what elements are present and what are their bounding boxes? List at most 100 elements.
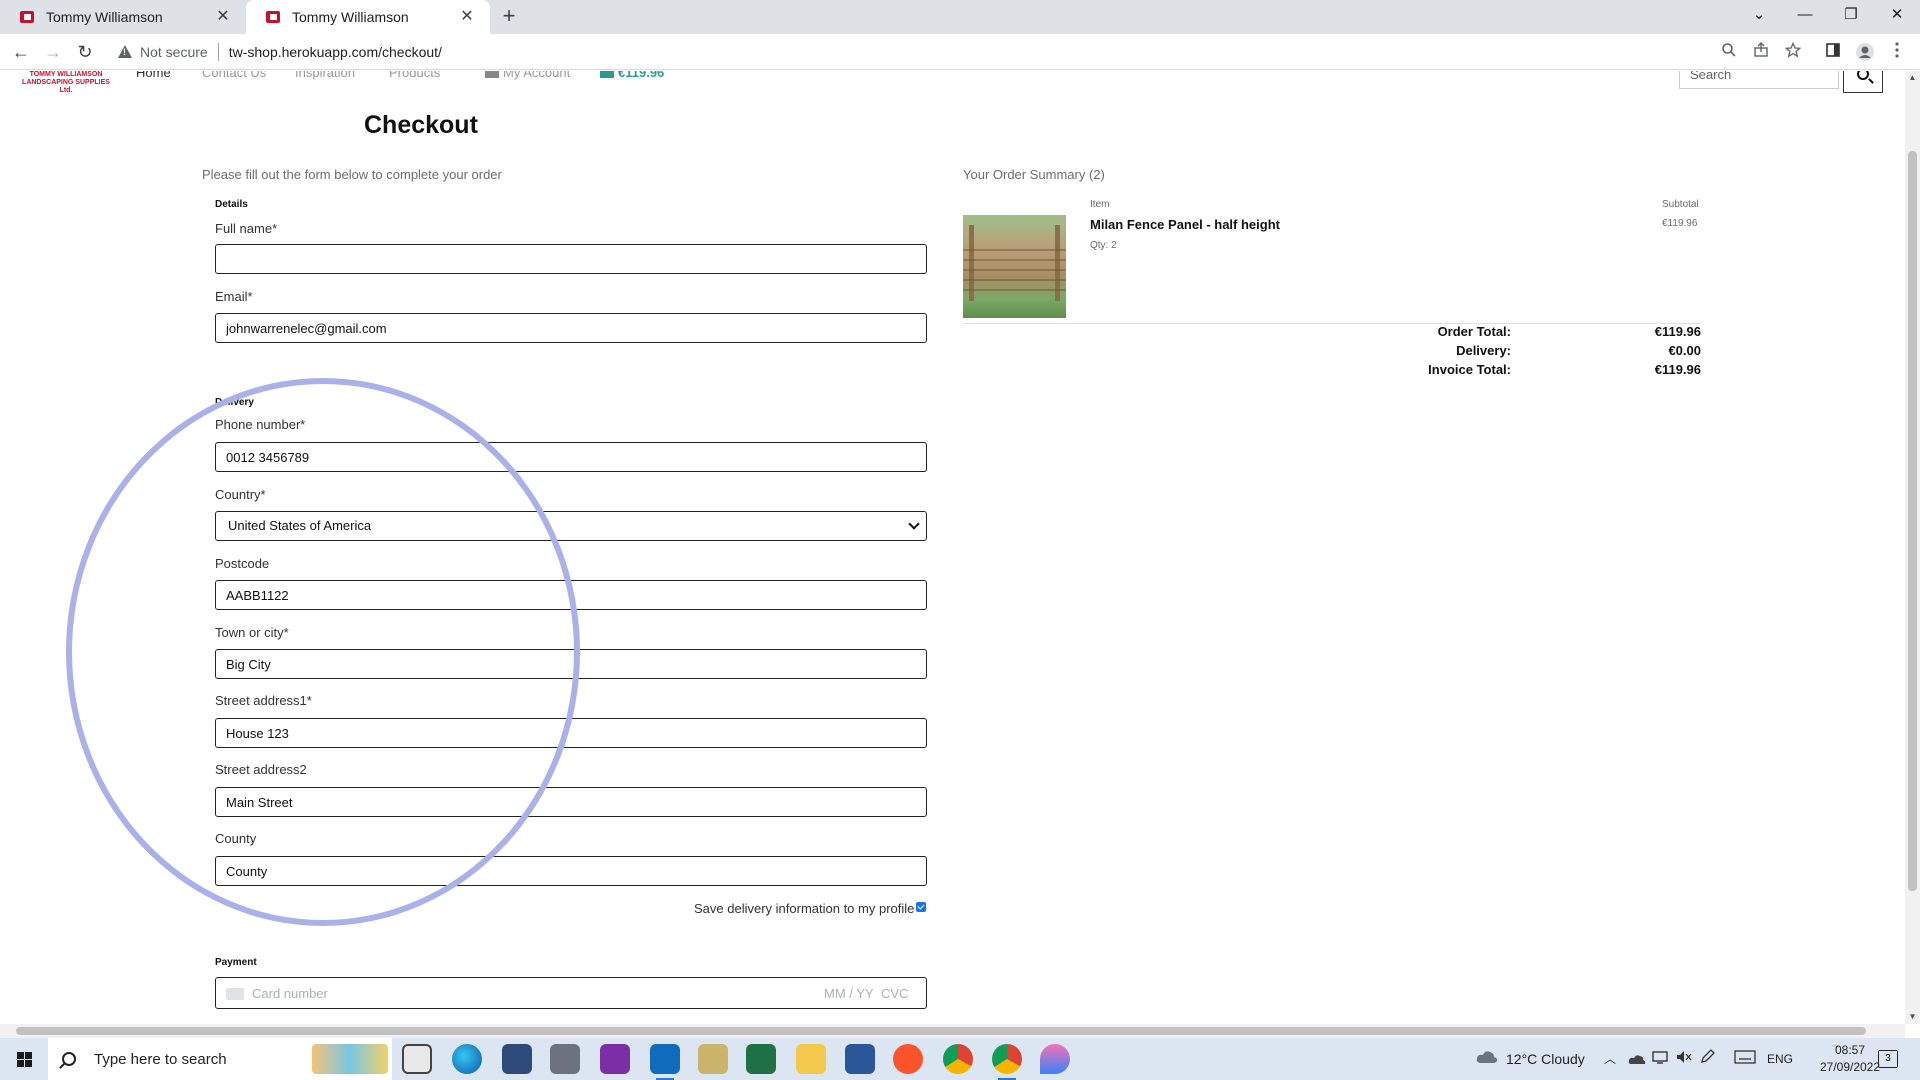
nav-contact[interactable]: Contact Us <box>202 71 266 80</box>
new-tab-button[interactable]: + <box>496 4 522 30</box>
zoom-icon[interactable] <box>1718 42 1740 64</box>
minimize-button[interactable]: — <box>1782 0 1828 30</box>
delivery-label: Delivery: <box>1456 343 1511 358</box>
vertical-scrollbar[interactable]: ▲ ▼ <box>1905 71 1920 1024</box>
product-image <box>963 215 1066 318</box>
warning-icon[interactable] <box>118 44 134 60</box>
security-label[interactable]: Not secure <box>140 44 208 60</box>
chrome-active-icon[interactable] <box>992 1044 1022 1080</box>
app-icon[interactable] <box>698 1044 728 1074</box>
chrome-icon[interactable] <box>943 1044 973 1074</box>
cart-total[interactable]: €119.96 <box>618 71 664 80</box>
browser-toolbar: ← → ↻ Not secure tw-shop.herokuapp.com/c… <box>0 34 1920 70</box>
language-indicator[interactable]: ENG <box>1767 1038 1793 1080</box>
menu-icon[interactable] <box>1886 42 1908 64</box>
pen-icon[interactable] <box>1700 1038 1720 1080</box>
drop-icon[interactable] <box>1040 1044 1070 1074</box>
network-icon[interactable] <box>1652 1038 1672 1080</box>
tab-search-icon[interactable]: ⌄ <box>1736 0 1782 30</box>
chevron-down-icon <box>908 518 920 530</box>
tab-title: Tommy Williamson <box>292 9 409 25</box>
word-icon[interactable] <box>845 1044 875 1074</box>
game-icon[interactable] <box>550 1044 580 1074</box>
scroll-thumb[interactable] <box>1908 151 1917 891</box>
email-label: Email* <box>215 289 253 304</box>
keyboard-icon[interactable] <box>1734 1038 1758 1080</box>
nav-products[interactable]: Products <box>389 71 440 80</box>
file-icon[interactable] <box>402 1044 432 1074</box>
page-content: TOMMY WILLIAMSON LANDSCAPING SUPPLIES Lt… <box>0 71 1905 1024</box>
url-text[interactable]: tw-shop.herokuapp.com/checkout/ <box>229 44 442 60</box>
notification-icon[interactable]: 3 <box>1878 1050 1898 1068</box>
start-button[interactable] <box>0 1038 48 1080</box>
calculator-icon[interactable] <box>502 1044 532 1074</box>
share-icon[interactable] <box>1750 42 1772 64</box>
full-name-field[interactable] <box>215 244 927 274</box>
save-info-checkbox[interactable] <box>916 902 926 912</box>
horizontal-scrollbar[interactable] <box>0 1024 1905 1038</box>
annotation-circle <box>66 378 580 926</box>
details-heading: Details <box>215 199 248 210</box>
site-logo[interactable]: TOMMY WILLIAMSON LANDSCAPING SUPPLIES Lt… <box>22 71 110 95</box>
close-tab-icon[interactable]: ✕ <box>214 8 232 26</box>
speaker-icon[interactable] <box>1676 1038 1696 1080</box>
browser-tab-active[interactable]: Tommy Williamson ✕ <box>246 0 490 34</box>
close-window-button[interactable]: ✕ <box>1874 0 1920 30</box>
credit-card-icon <box>226 988 244 1000</box>
taskbar-search[interactable]: Type here to search <box>48 1038 392 1080</box>
scroll-up-icon[interactable]: ▲ <box>1905 71 1920 85</box>
nav-my-account[interactable]: My Account <box>503 71 570 80</box>
site-favicon-icon <box>266 10 282 24</box>
email-field[interactable] <box>215 313 927 343</box>
restore-button[interactable]: ❐ <box>1828 0 1874 30</box>
close-tab-icon[interactable]: ✕ <box>458 8 476 26</box>
explorer-icon[interactable] <box>796 1044 826 1074</box>
taskbar: Type here to search 12°C Cloudy ︿ ENG 08… <box>0 1038 1920 1080</box>
fence-slat <box>963 279 1066 281</box>
star-icon[interactable] <box>1782 41 1804 64</box>
card-cvc-placeholder: CVC <box>881 986 909 1001</box>
fence-slat <box>963 289 1066 291</box>
windows-logo-icon <box>25 1060 32 1067</box>
browser-tab[interactable]: Tommy Williamson ✕ <box>0 0 246 34</box>
outlook-icon[interactable] <box>650 1044 680 1080</box>
card-input[interactable]: Card number MM / YY CVC <box>215 977 927 1009</box>
address-bar[interactable]: Not secure tw-shop.herokuapp.com/checkou… <box>110 38 1750 66</box>
chevron-up-icon[interactable]: ︿ <box>1604 1038 1616 1080</box>
nav-home[interactable]: Home <box>136 71 171 80</box>
search-icon <box>1857 71 1869 80</box>
search-button[interactable] <box>1843 71 1883 93</box>
fence-slat <box>963 269 1066 271</box>
scroll-down-icon[interactable]: ▼ <box>1905 1010 1920 1024</box>
order-total-label: Order Total: <box>1437 324 1511 339</box>
invoice-total-value: €119.96 <box>1654 362 1701 377</box>
reload-button[interactable]: ↻ <box>72 40 98 64</box>
product-name: Milan Fence Panel - half height <box>1090 217 1280 232</box>
sidebar-icon[interactable] <box>1822 42 1844 64</box>
onenote-icon[interactable] <box>600 1044 630 1074</box>
brave-icon[interactable] <box>893 1044 923 1074</box>
profile-icon[interactable] <box>1854 42 1876 64</box>
cart-icon[interactable] <box>600 71 614 78</box>
card-expiry-placeholder: MM / YY <box>824 986 874 1001</box>
nav-inspiration[interactable]: Inspiration <box>295 71 355 80</box>
excel-icon[interactable] <box>746 1044 776 1074</box>
page-title: Checkout <box>364 111 478 139</box>
windows-logo-icon <box>17 1052 24 1059</box>
search-input[interactable]: Search <box>1679 71 1839 89</box>
weather-text[interactable]: 12°C Cloudy <box>1506 1038 1585 1080</box>
account-icon[interactable] <box>485 71 499 78</box>
forward-button[interactable]: → <box>40 40 66 64</box>
card-number-placeholder: Card number <box>252 986 328 1001</box>
edge-icon[interactable] <box>452 1044 482 1074</box>
windows-logo-icon <box>25 1052 32 1059</box>
form-intro: Please fill out the form below to comple… <box>202 167 502 182</box>
scroll-thumb[interactable] <box>16 1027 1866 1035</box>
onedrive-icon[interactable] <box>1628 1038 1648 1080</box>
back-button[interactable]: ← <box>8 40 34 64</box>
fence-slat <box>963 249 1066 251</box>
save-info-label[interactable]: Save delivery information to my profile <box>694 901 914 916</box>
invoice-total-label: Invoice Total: <box>1428 362 1511 377</box>
order-total-value: €119.96 <box>1654 324 1701 339</box>
cloud-icon[interactable] <box>1476 1038 1498 1080</box>
